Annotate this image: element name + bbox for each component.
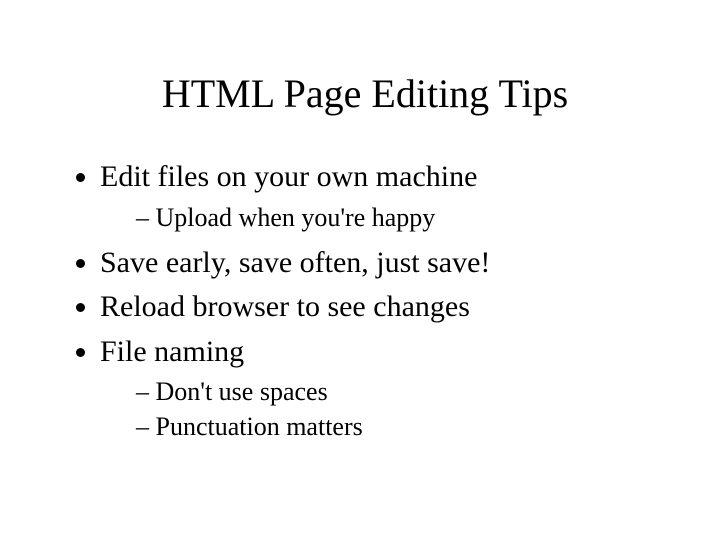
sub-bullet-list: Don't use spaces Punctuation matters bbox=[100, 374, 670, 444]
bullet-text: Reload browser to see changes bbox=[100, 290, 470, 323]
sub-bullet-item: Punctuation matters bbox=[136, 409, 670, 444]
bullet-item: File naming Don't use spaces Punctuation… bbox=[100, 332, 670, 445]
slide: HTML Page Editing Tips Edit files on you… bbox=[0, 0, 720, 540]
sub-bullet-text: Don't use spaces bbox=[156, 377, 328, 406]
bullet-item: Reload browser to see changes bbox=[100, 287, 670, 328]
slide-title: HTML Page Editing Tips bbox=[60, 70, 670, 117]
bullet-text: File naming bbox=[100, 335, 244, 368]
sub-bullet-item: Don't use spaces bbox=[136, 374, 670, 409]
bullet-list: Edit files on your own machine Upload wh… bbox=[60, 157, 670, 444]
bullet-item: Edit files on your own machine Upload wh… bbox=[100, 157, 670, 235]
bullet-text: Save early, save often, just save! bbox=[100, 246, 490, 279]
bullet-text: Edit files on your own machine bbox=[100, 160, 477, 193]
bullet-item: Save early, save often, just save! bbox=[100, 243, 670, 284]
sub-bullet-text: Punctuation matters bbox=[156, 412, 363, 441]
sub-bullet-list: Upload when you're happy bbox=[100, 200, 670, 235]
sub-bullet-text: Upload when you're happy bbox=[156, 203, 436, 232]
sub-bullet-item: Upload when you're happy bbox=[136, 200, 670, 235]
